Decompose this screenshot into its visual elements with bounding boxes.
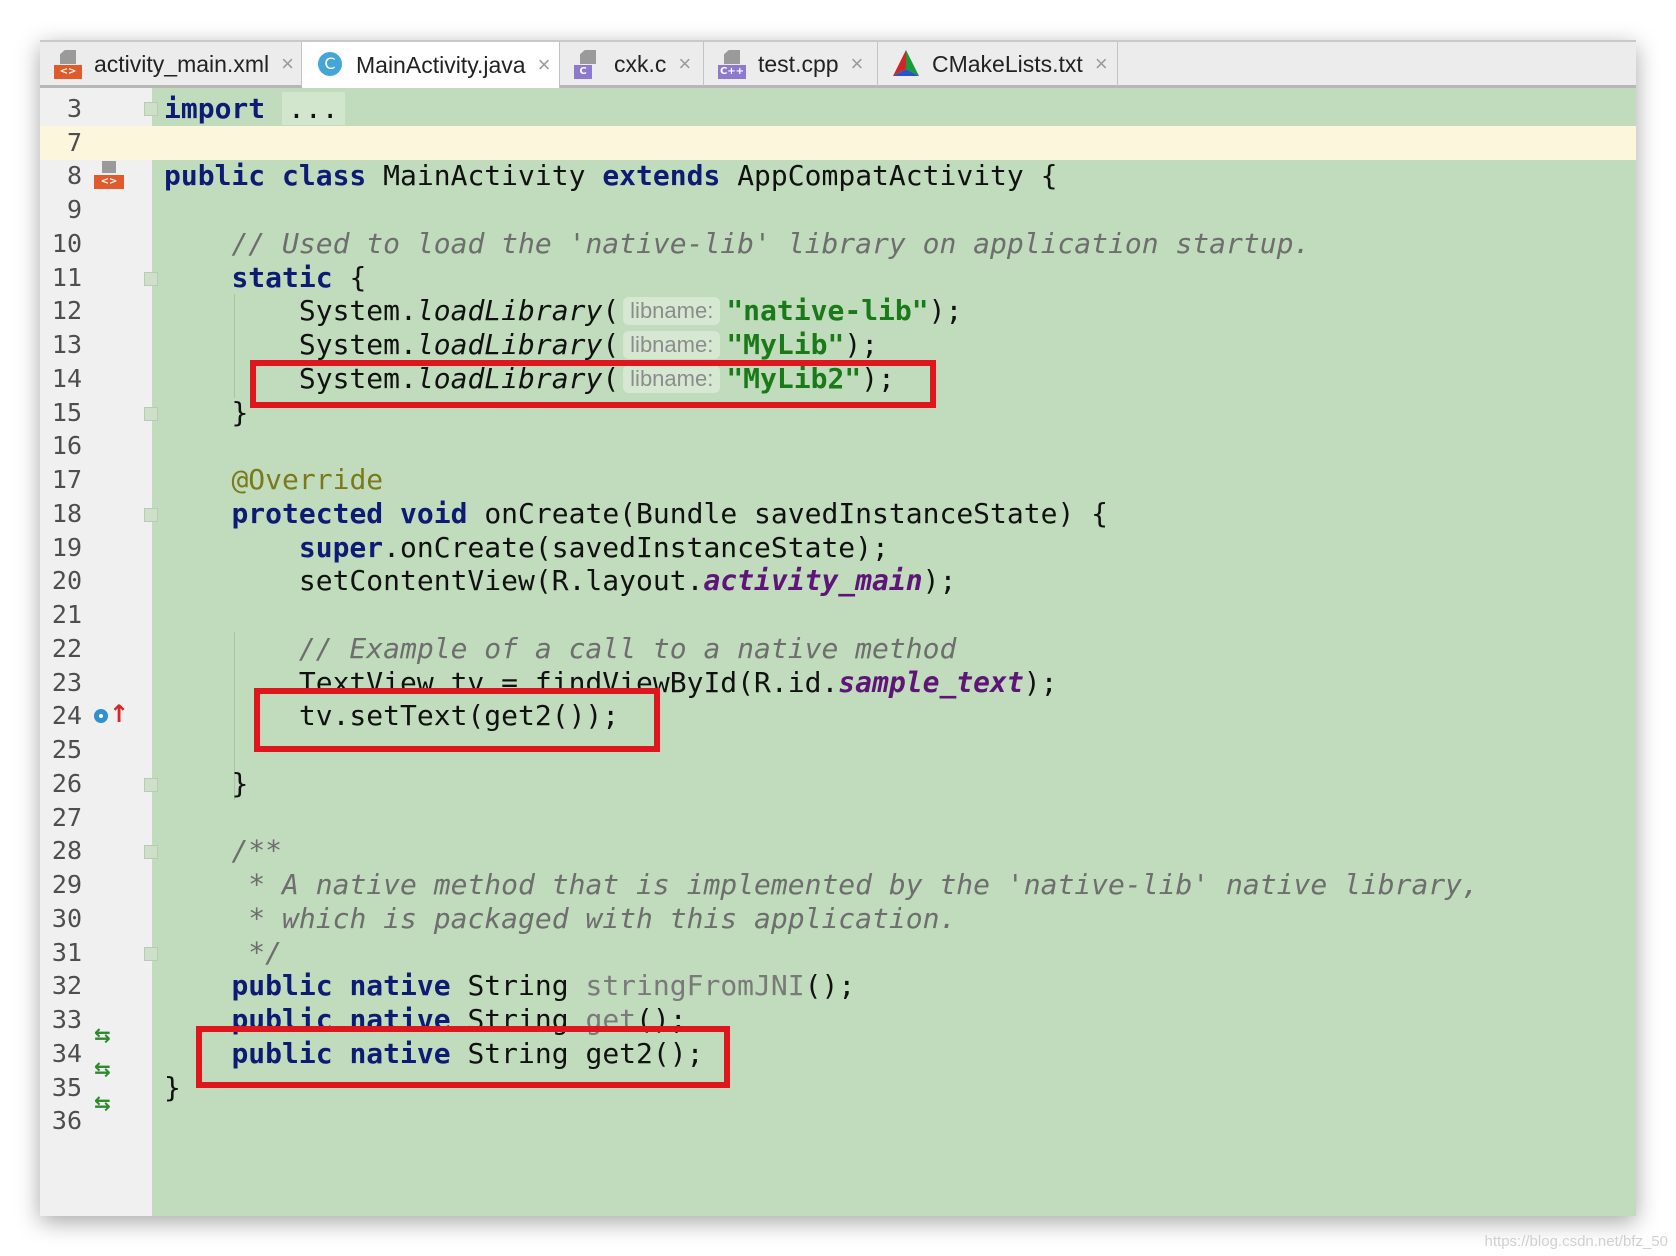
line-number: 19: [51, 533, 82, 562]
code-line-31: */: [231, 936, 283, 969]
cpp-file-icon: C++: [718, 49, 748, 79]
code-line-3: import ...: [164, 92, 345, 126]
line-number: 27: [51, 803, 82, 832]
line-number: 22: [51, 634, 82, 663]
line-number: 25: [51, 735, 82, 764]
line-number: 23: [51, 668, 82, 697]
code-line-32: public native String stringFromJNI();: [231, 969, 856, 1002]
native-implementation-gutter-icon[interactable]: ⇆: [94, 1023, 111, 1047]
line-number: 15: [51, 398, 82, 427]
current-line-highlight: [152, 126, 1636, 160]
code-line-22: // Example of a call to a native method: [298, 632, 957, 665]
fold-marker-icon[interactable]: [144, 845, 158, 859]
code-line-26: }: [231, 767, 249, 800]
annotation-box-native-get2: [196, 1026, 730, 1088]
code-line-20: setContentView(R.layout.activity_main);: [298, 564, 957, 597]
fold-marker-icon[interactable]: [144, 508, 158, 522]
close-icon[interactable]: ×: [678, 51, 691, 77]
code-editor[interactable]: 3 7 8 9 10 11 12 13 14 15 16 17 18 19 20…: [40, 88, 1636, 1216]
line-number: 30: [51, 904, 82, 933]
close-icon[interactable]: ×: [538, 52, 551, 78]
tab-cxk-c[interactable]: C cxk.c ×: [560, 42, 704, 86]
fold-marker-icon[interactable]: [144, 102, 158, 116]
editor-tab-bar: <> activity_main.xml × C MainActivity.ja…: [40, 40, 1636, 88]
line-number: 34: [51, 1039, 82, 1068]
layout-file-gutter-icon[interactable]: <>: [94, 161, 124, 191]
cmake-icon: [892, 49, 922, 79]
parameter-hint: libname:: [623, 331, 721, 359]
code-line-8: public class MainActivity extends AppCom…: [164, 159, 1058, 192]
code-line-13: System.loadLibrary(libname: "MyLib");: [298, 328, 879, 361]
fold-marker-icon[interactable]: [144, 407, 158, 421]
line-number: 21: [51, 600, 82, 629]
native-implementation-gutter-icon[interactable]: ⇆: [94, 1057, 111, 1081]
line-number: 20: [51, 566, 82, 595]
tab-label: activity_main.xml: [94, 50, 270, 77]
line-number: 26: [51, 769, 82, 798]
java-class-icon: C: [316, 50, 346, 80]
code-line-29: * A native method that is implemented by…: [231, 868, 1479, 901]
line-number: 31: [51, 938, 82, 967]
line-number: 8: [66, 161, 82, 190]
code-line-12: System.loadLibrary(libname: "native-lib")…: [298, 294, 963, 327]
line-number: 28: [51, 836, 82, 865]
line-number: 11: [51, 263, 82, 292]
line-number: 12: [51, 296, 82, 325]
line-number: 16: [51, 431, 82, 460]
fold-marker-icon[interactable]: [144, 947, 158, 961]
ide-window: <> activity_main.xml × C MainActivity.ja…: [40, 40, 1636, 1216]
c-file-icon: C: [574, 49, 604, 79]
tab-main-activity-java[interactable]: C MainActivity.java ×: [302, 42, 560, 88]
line-number: 33: [51, 1005, 82, 1034]
line-number: 17: [51, 465, 82, 494]
line-number: 13: [51, 330, 82, 359]
line-number: 14: [51, 364, 82, 393]
parameter-hint: libname:: [623, 297, 721, 325]
annotation-box-settext-get2: [254, 688, 660, 752]
line-number: 24: [51, 701, 82, 730]
line-number: 7: [66, 128, 82, 157]
code-line-19: super.onCreate(savedInstanceState);: [298, 531, 889, 564]
tab-cmakelists-txt[interactable]: CMakeLists.txt ×: [878, 42, 1118, 86]
code-line-30: * which is packaged with this applicatio…: [231, 902, 957, 935]
folded-imports[interactable]: ...: [282, 92, 345, 125]
close-icon[interactable]: ×: [851, 51, 864, 77]
native-implementation-gutter-icon[interactable]: ⇆: [94, 1091, 111, 1115]
xml-layout-file-icon: <>: [54, 49, 84, 79]
line-number: 18: [51, 499, 82, 528]
code-line-10: // Used to load the 'native-lib' library…: [231, 227, 1311, 260]
watermark: https://blog.csdn.net/bfz_50: [1484, 1233, 1668, 1250]
tab-label: CMakeLists.txt: [932, 50, 1083, 77]
close-icon[interactable]: ×: [1095, 51, 1108, 77]
line-number: 35: [51, 1073, 82, 1102]
line-number: 29: [51, 870, 82, 899]
annotation-box-loadlibrary-mylib2: [250, 360, 936, 408]
line-number: 9: [66, 195, 82, 224]
tab-label: test.cpp: [758, 50, 839, 77]
tab-activity-main-xml[interactable]: <> activity_main.xml ×: [40, 42, 302, 86]
close-icon[interactable]: ×: [281, 51, 294, 77]
code-line-18: protected void onCreate(Bundle savedInst…: [231, 497, 1109, 530]
code-line-15: }: [231, 396, 249, 429]
tab-test-cpp[interactable]: C++ test.cpp ×: [704, 42, 878, 86]
overrides-method-gutter-icon[interactable]: ↑: [94, 700, 129, 730]
code-line-11: static {: [231, 261, 367, 294]
line-number: 32: [51, 971, 82, 1000]
line-number: 3: [66, 94, 82, 123]
fold-marker-icon[interactable]: [144, 272, 158, 286]
tab-label: MainActivity.java: [356, 51, 526, 78]
code-line-17: @Override: [231, 463, 384, 496]
fold-marker-icon[interactable]: [144, 778, 158, 792]
line-number: 36: [51, 1106, 82, 1135]
code-line-35: }: [164, 1071, 181, 1104]
line-number: 10: [51, 229, 82, 258]
tab-label: cxk.c: [614, 50, 667, 77]
code-line-28: /**: [231, 834, 283, 867]
